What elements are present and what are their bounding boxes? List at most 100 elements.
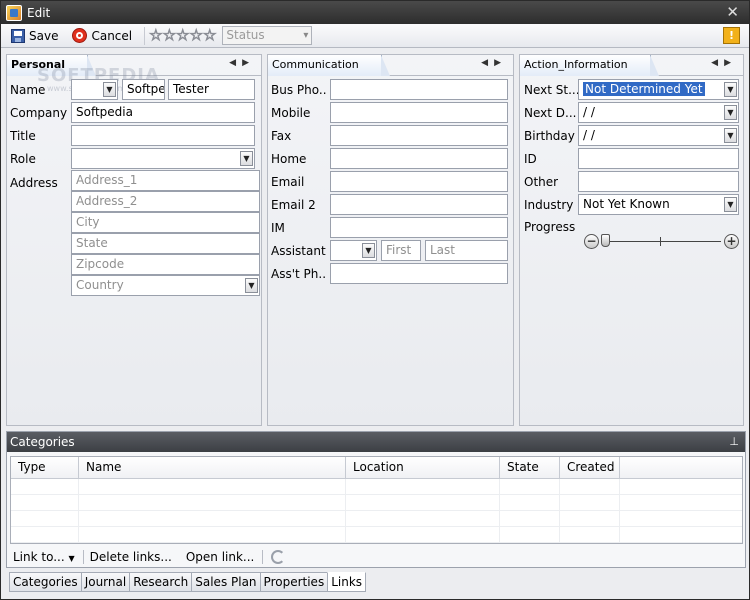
- bus-phone-field[interactable]: [330, 79, 508, 100]
- star-icon[interactable]: ☆: [176, 27, 190, 43]
- next-status-value: Not Determined Yet: [583, 82, 705, 96]
- address-label: Address: [10, 176, 58, 190]
- title-label: Title: [10, 129, 36, 143]
- tab-journal[interactable]: Journal: [80, 572, 131, 592]
- panel-nav-arrows[interactable]: ◀▶: [711, 58, 737, 68]
- table-row[interactable]: [11, 479, 742, 495]
- column-header-location[interactable]: Location: [346, 457, 500, 478]
- email-field[interactable]: [330, 171, 508, 192]
- refresh-icon[interactable]: [271, 549, 286, 564]
- chevron-down-icon: ▼: [724, 128, 737, 143]
- tab-categories[interactable]: Categories: [9, 572, 82, 592]
- close-icon[interactable]: ✕: [726, 3, 739, 21]
- chevron-down-icon: ▼: [245, 278, 258, 293]
- star-icon[interactable]: ☆: [162, 27, 176, 43]
- chevron-down-icon: ▼: [724, 197, 737, 212]
- status-dropdown[interactable]: Status: [222, 26, 313, 45]
- slider-track: [602, 241, 721, 242]
- grid-header: Type Name Location State Created: [11, 457, 742, 479]
- role-select[interactable]: ▼: [71, 148, 255, 169]
- email2-field[interactable]: [330, 194, 508, 215]
- table-row[interactable]: [11, 527, 742, 543]
- im-field[interactable]: [330, 217, 508, 238]
- save-icon: [11, 28, 25, 43]
- name-prefix-select[interactable]: ▼: [71, 79, 118, 100]
- address-line1-field[interactable]: Address_1: [71, 170, 260, 191]
- pin-icon[interactable]: ⊥: [729, 432, 739, 452]
- save-button[interactable]: Save: [7, 26, 62, 46]
- tab-research[interactable]: Research: [129, 572, 193, 592]
- other-label: Other: [524, 175, 559, 189]
- first-name-field[interactable]: Softpe: [122, 79, 165, 100]
- role-label: Role: [10, 152, 36, 166]
- delete-links-button[interactable]: Delete links...: [90, 550, 172, 564]
- star-icon[interactable]: ☆: [202, 27, 216, 43]
- minus-icon[interactable]: −: [584, 234, 599, 249]
- next-date-value: / /: [583, 105, 595, 119]
- star-icon[interactable]: ☆: [189, 27, 203, 43]
- home-field[interactable]: [330, 148, 508, 169]
- table-row[interactable]: [11, 495, 742, 511]
- communication-panel-header: Communication ◀▶: [268, 55, 513, 76]
- column-header-name[interactable]: Name: [79, 457, 346, 478]
- next-status-select[interactable]: Not Determined Yet ▼: [578, 79, 739, 100]
- save-label: Save: [29, 28, 59, 43]
- tab-properties[interactable]: Properties: [259, 572, 329, 592]
- other-field[interactable]: [578, 171, 739, 192]
- star-icon[interactable]: ☆: [149, 27, 163, 43]
- column-header-created[interactable]: Created: [560, 457, 620, 478]
- cancel-icon: [72, 28, 88, 43]
- address-line2-field[interactable]: Address_2: [71, 191, 260, 212]
- company-field[interactable]: Softpedia: [71, 102, 255, 123]
- column-header-state[interactable]: State: [500, 457, 560, 478]
- zipcode-field[interactable]: Zipcode: [71, 254, 260, 275]
- chevron-down-icon: ▼: [103, 82, 116, 97]
- fax-field[interactable]: [330, 125, 508, 146]
- panel-nav-arrows[interactable]: ◀▶: [481, 58, 507, 68]
- chevron-down-icon: ▼: [68, 553, 75, 563]
- next-date-label: Next D...: [524, 106, 577, 120]
- assistant-first-field[interactable]: First: [381, 240, 421, 261]
- im-label: IM: [271, 221, 285, 235]
- birthday-picker[interactable]: / / ▼: [578, 125, 739, 146]
- industry-select[interactable]: Not Yet Known ▼: [578, 194, 739, 215]
- plus-icon[interactable]: +: [724, 234, 739, 249]
- open-link-button[interactable]: Open link...: [186, 550, 255, 564]
- column-header-type[interactable]: Type: [11, 457, 79, 478]
- bottom-tab-bar: Categories Journal Research Sales Plan P…: [9, 572, 367, 592]
- id-field[interactable]: [578, 148, 739, 169]
- mobile-field[interactable]: [330, 102, 508, 123]
- email-label: Email: [271, 175, 305, 189]
- categories-title: Categories: [10, 435, 75, 449]
- city-field[interactable]: City: [71, 212, 260, 233]
- progress-slider[interactable]: − +: [584, 234, 739, 250]
- assistant-prefix-select[interactable]: ▼: [330, 240, 377, 261]
- home-label: Home: [271, 152, 307, 166]
- tab-action-information[interactable]: Action_Information: [520, 55, 659, 76]
- cancel-label: Cancel: [91, 28, 133, 43]
- last-name-field[interactable]: Tester: [168, 79, 255, 100]
- industry-value: Not Yet Known: [583, 197, 670, 211]
- assistant-last-field[interactable]: Last: [425, 240, 508, 261]
- name-label: Name: [10, 83, 46, 97]
- title-field[interactable]: [71, 125, 255, 146]
- asst-phone-field[interactable]: [330, 263, 508, 284]
- cancel-button[interactable]: Cancel: [68, 26, 136, 46]
- state-field[interactable]: State: [71, 233, 260, 254]
- email2-label: Email 2: [271, 198, 316, 212]
- tab-links[interactable]: Links: [327, 572, 367, 592]
- mobile-label: Mobile: [271, 106, 311, 120]
- title-bar: Edit ✕: [1, 1, 749, 24]
- separator: [262, 549, 264, 564]
- tab-communication[interactable]: Communication: [268, 55, 390, 76]
- panel-nav-arrows[interactable]: ◀▶: [229, 58, 255, 68]
- country-value: Country: [76, 278, 124, 292]
- slider-thumb[interactable]: [601, 234, 610, 247]
- link-to-button[interactable]: Link to... ▼: [13, 550, 75, 564]
- tab-sales-plan[interactable]: Sales Plan: [191, 572, 261, 592]
- warning-icon[interactable]: !: [723, 27, 740, 44]
- chevron-down-icon: ▼: [362, 243, 375, 258]
- next-date-picker[interactable]: / / ▼: [578, 102, 739, 123]
- country-select[interactable]: Country ▼: [71, 275, 260, 296]
- table-row[interactable]: [11, 511, 742, 527]
